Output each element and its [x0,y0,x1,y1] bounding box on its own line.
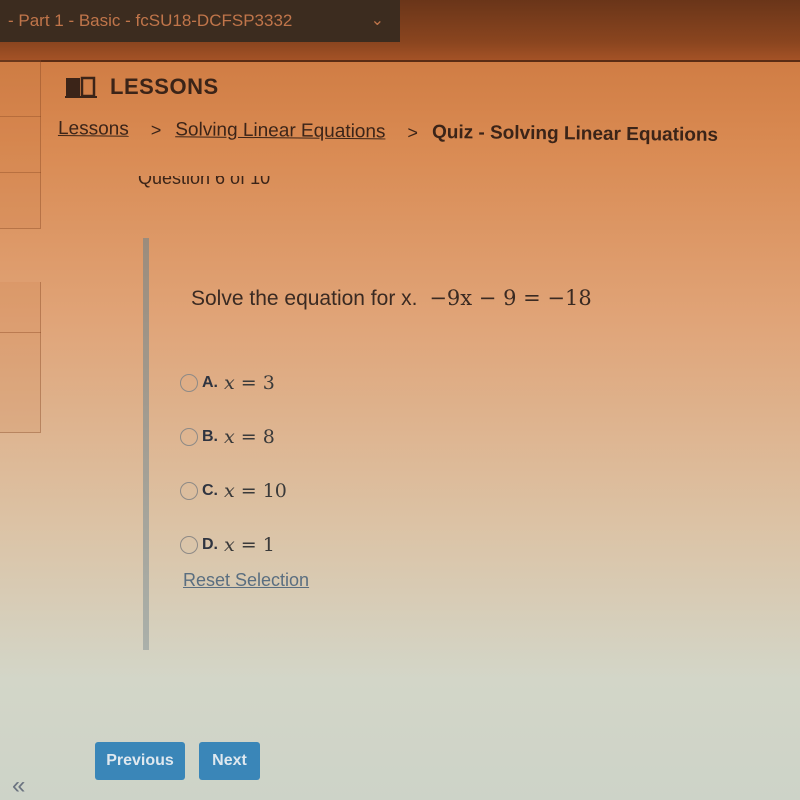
option-b[interactable]: B. x = 8 [180,410,287,464]
top-bar: - Part 1 - Basic - fcSU18-DCFSP3332 ⌄ [0,0,800,62]
chevron-right-icon: > [407,122,419,143]
left-rail [0,60,41,800]
option-value: x = 3 [224,372,275,394]
option-c[interactable]: C. x = 10 [180,464,287,518]
breadcrumb: Lessons > Solving Linear Equations > Qui… [58,118,718,147]
chevron-down-icon: ⌄ [370,12,384,29]
question-counter: Question 6 of 10 [138,176,271,188]
option-letter: A. [202,374,218,391]
breadcrumb-lessons[interactable]: Lessons [58,118,129,141]
answer-options: A. x = 3 B. x = 8 C. x = 10 D. x = 1 [180,356,287,572]
book-icon [64,75,98,99]
rail-item[interactable] [0,332,41,433]
chevron-right-icon: > [150,119,162,140]
course-selector[interactable]: - Part 1 - Basic - fcSU18-DCFSP3332 ⌄ [0,0,400,42]
question-prompt: Solve the equation for x. [191,287,418,310]
option-letter: D. [202,536,218,553]
reset-selection-link[interactable]: Reset Selection [183,570,309,591]
next-button[interactable]: Next [199,742,260,780]
radio-option-a[interactable] [180,374,198,392]
rail-item[interactable] [0,172,41,229]
option-letter: B. [202,428,218,445]
radio-option-b[interactable] [180,428,198,446]
option-a[interactable]: A. x = 3 [180,356,287,410]
content-divider [143,238,149,650]
rail-item[interactable] [0,282,41,333]
radio-option-c[interactable] [180,482,198,500]
question-text: Solve the equation for x. −9x − 9 = −18 [191,286,592,311]
breadcrumb-current-quiz: Quiz - Solving Linear Equations [431,121,719,146]
option-d[interactable]: D. x = 1 [180,518,287,572]
breadcrumb-solving-linear-equations[interactable]: Solving Linear Equations [175,119,385,143]
course-selector-label: - Part 1 - Basic - fcSU18-DCFSP3332 [8,11,293,30]
option-value: x = 10 [224,480,287,502]
lessons-title: LESSONS [110,74,219,99]
question-equation: −9x − 9 = −18 [429,286,592,310]
option-letter: C. [202,482,218,499]
previous-button[interactable]: Previous [95,742,185,780]
rail-item[interactable] [0,60,41,117]
double-chevron-left-icon[interactable]: « [12,772,25,800]
lessons-header: LESSONS [64,74,219,100]
radio-option-d[interactable] [180,536,198,554]
option-value: x = 1 [224,534,275,556]
rail-item[interactable] [0,116,41,173]
option-value: x = 8 [224,426,275,448]
